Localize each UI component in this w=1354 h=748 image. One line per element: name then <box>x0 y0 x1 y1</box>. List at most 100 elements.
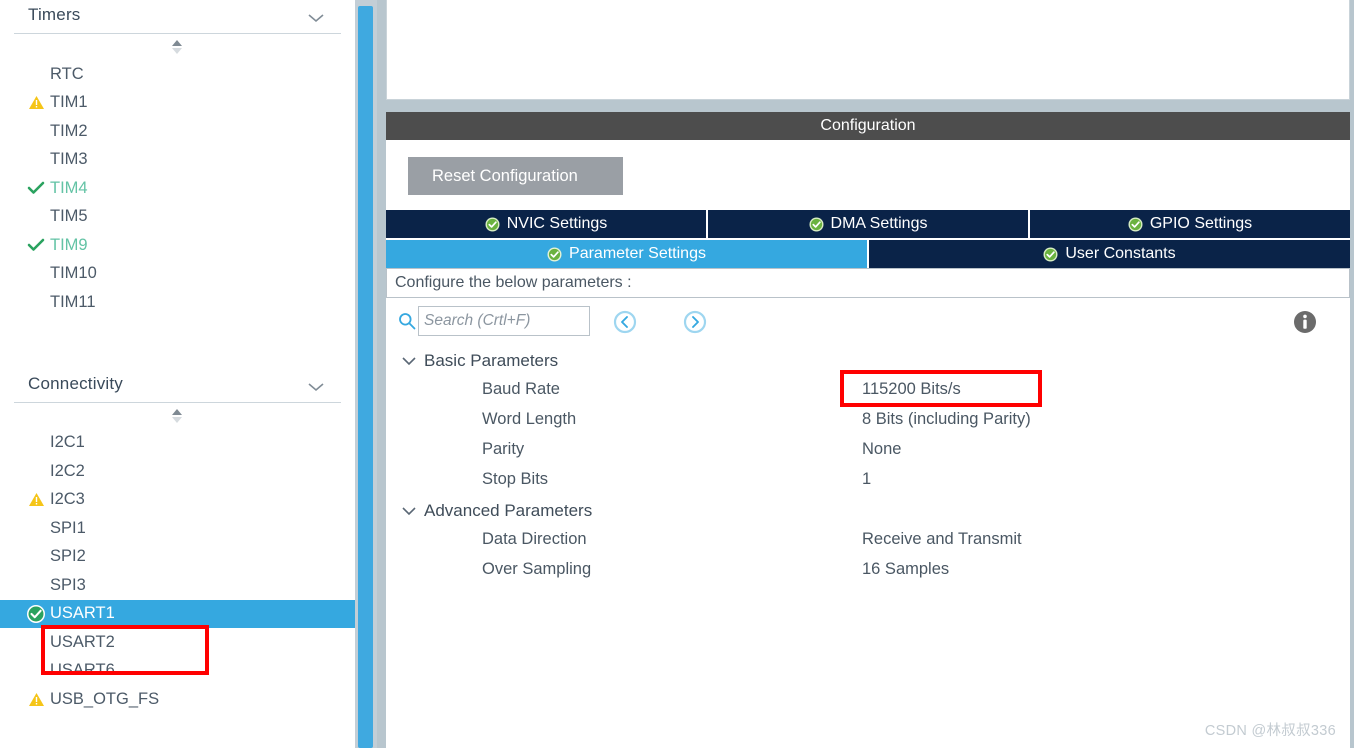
chevron-down-icon[interactable] <box>307 10 325 23</box>
connectivity-item-list: I2C1 I2C2 I2C3 SPI1 SPI2 SPI3 USART1 USA… <box>0 429 355 714</box>
sidebar-item-i2c2[interactable]: I2C2 <box>0 457 355 486</box>
sort-arrows-icon[interactable] <box>0 403 355 429</box>
parameter-row-data-direction[interactable]: Data Direction Receive and Transmit <box>386 526 1350 556</box>
reset-configuration-button[interactable]: Reset Configuration <box>408 157 623 195</box>
status-none-icon <box>26 547 46 567</box>
sidebar-item-usart2[interactable]: USART2 <box>0 628 355 657</box>
configure-hint-text: Configure the below parameters : <box>395 274 632 291</box>
configuration-title: Configuration <box>820 117 916 134</box>
parameter-value[interactable]: None <box>862 440 901 459</box>
green-check-icon <box>547 247 562 262</box>
tab-user-constants[interactable]: User Constants <box>869 240 1350 268</box>
sidebar-item-tim5[interactable]: TIM5 <box>0 203 355 232</box>
sidebar-item-label: SPI3 <box>50 575 86 594</box>
chevron-down-icon[interactable] <box>307 379 325 391</box>
sidebar-item-label: I2C2 <box>50 461 85 480</box>
parameter-group-basic[interactable]: Basic Parameters <box>386 346 1350 376</box>
sidebar-item-label: TIM9 <box>50 235 88 254</box>
sidebar-item-usart1[interactable]: USART1 <box>0 599 355 628</box>
green-check-icon <box>1043 247 1058 262</box>
green-check-icon <box>1128 217 1143 232</box>
parameter-value[interactable]: 115200 Bits/s <box>862 380 961 399</box>
parameter-row-baud-rate[interactable]: Baud Rate 115200 Bits/s <box>386 376 1350 406</box>
sidebar-item-label: USB_OTG_FS <box>50 689 160 708</box>
parameter-name: Baud Rate <box>482 380 560 398</box>
sidebar-item-spi3[interactable]: SPI3 <box>0 571 355 600</box>
sort-arrows-icon[interactable] <box>0 34 355 60</box>
parameter-tree: Basic Parameters Baud Rate 115200 Bits/s… <box>386 346 1350 586</box>
circle-arrow-left-icon[interactable] <box>612 309 638 335</box>
warning-triangle-icon <box>26 93 46 113</box>
configuration-body: Reset Configuration NVIC Settings DMA Se… <box>386 140 1350 748</box>
circle-arrow-right-icon[interactable] <box>682 309 708 335</box>
sidebar-item-i2c3[interactable]: I2C3 <box>0 486 355 515</box>
sidebar-item-usart6[interactable]: USART6 <box>0 657 355 686</box>
sidebar-item-usb-otg-fs[interactable]: USB_OTG_FS <box>0 685 355 714</box>
parameter-name: Over Sampling <box>482 560 592 578</box>
status-none-icon <box>26 661 46 681</box>
chevron-down-icon[interactable] <box>400 504 418 518</box>
tab-parameter-settings[interactable]: Parameter Settings <box>386 240 869 268</box>
sidebar-item-label: TIM3 <box>50 150 88 169</box>
status-none-icon <box>26 518 46 538</box>
peripheral-sidebar: Timers RTC TIM1 TIM2 TIM3 TIM4 TIM5 TIM9… <box>0 0 355 748</box>
parameter-row-over-sampling[interactable]: Over Sampling 16 Samples <box>386 556 1350 586</box>
warning-triangle-icon <box>26 490 46 510</box>
parameter-value[interactable]: 1 <box>862 470 871 489</box>
parameter-value[interactable]: 8 Bits (including Parity) <box>862 410 1031 429</box>
sidebar-section-title-connectivity: Connectivity <box>28 373 123 393</box>
sidebar-item-tim11[interactable]: TIM11 <box>0 288 355 317</box>
sidebar-item-tim3[interactable]: TIM3 <box>0 146 355 175</box>
search-toolbar <box>386 300 1350 344</box>
timers-item-list: RTC TIM1 TIM2 TIM3 TIM4 TIM5 TIM9 TIM10 … <box>0 60 355 317</box>
status-none-icon <box>26 150 46 170</box>
parameter-value[interactable]: Receive and Transmit <box>862 530 1022 549</box>
status-none-icon <box>26 292 46 312</box>
settings-tabs-row-1: NVIC Settings DMA Settings GPIO Settings <box>386 210 1350 238</box>
sidebar-item-tim4[interactable]: TIM4 <box>0 174 355 203</box>
watermark: CSDN @林叔叔336 <box>1204 723 1336 739</box>
tab-gpio-settings[interactable]: GPIO Settings <box>1030 210 1350 238</box>
tab-label: GPIO Settings <box>1149 215 1253 232</box>
parameter-row-parity[interactable]: Parity None <box>386 436 1350 466</box>
sidebar-item-tim1[interactable]: TIM1 <box>0 89 355 118</box>
parameter-group-label: Basic Parameters <box>424 351 559 370</box>
status-none-icon <box>26 575 46 595</box>
sidebar-section-header-timers[interactable]: Timers <box>0 0 355 30</box>
sidebar-item-label: USART2 <box>50 632 115 651</box>
parameter-value[interactable]: 16 Samples <box>862 560 949 579</box>
sidebar-item-tim2[interactable]: TIM2 <box>0 117 355 146</box>
check-mark-icon <box>26 235 46 255</box>
status-none-icon <box>26 433 46 453</box>
status-none-icon <box>26 264 46 284</box>
sidebar-item-i2c1[interactable]: I2C1 <box>0 429 355 458</box>
sidebar-item-tim10[interactable]: TIM10 <box>0 260 355 289</box>
tab-dma-settings[interactable]: DMA Settings <box>708 210 1030 238</box>
parameter-group-label: Advanced Parameters <box>424 501 593 520</box>
sidebar-section-title-timers: Timers <box>28 5 81 24</box>
sidebar-item-spi1[interactable]: SPI1 <box>0 514 355 543</box>
sidebar-item-label: TIM4 <box>50 178 88 197</box>
sidebar-scrollbar-thumb[interactable] <box>358 6 373 748</box>
status-none-icon <box>26 64 46 84</box>
sidebar-item-label: USART6 <box>50 661 115 680</box>
sidebar-section-header-connectivity[interactable]: Connectivity <box>0 368 355 399</box>
sidebar-item-rtc[interactable]: RTC <box>0 60 355 89</box>
chevron-down-icon[interactable] <box>400 354 418 368</box>
tab-label: User Constants <box>1065 245 1176 262</box>
info-icon[interactable] <box>1292 309 1318 335</box>
parameter-row-stop-bits[interactable]: Stop Bits 1 <box>386 466 1350 496</box>
sidebar-item-tim9[interactable]: TIM9 <box>0 231 355 260</box>
configuration-header: Configuration <box>386 112 1350 140</box>
parameter-group-advanced[interactable]: Advanced Parameters <box>386 496 1350 526</box>
parameter-row-word-length[interactable]: Word Length 8 Bits (including Parity) <box>386 406 1350 436</box>
tab-nvic-settings[interactable]: NVIC Settings <box>386 210 708 238</box>
reset-configuration-label: Reset Configuration <box>432 166 578 185</box>
warning-triangle-icon <box>26 689 46 709</box>
sidebar-item-label: TIM10 <box>50 264 97 283</box>
search-input[interactable] <box>418 306 590 336</box>
sidebar-item-spi2[interactable]: SPI2 <box>0 543 355 572</box>
configure-hint-bar: Configure the below parameters : <box>386 268 1350 298</box>
status-none-icon <box>26 121 46 141</box>
check-mark-icon <box>26 178 46 198</box>
